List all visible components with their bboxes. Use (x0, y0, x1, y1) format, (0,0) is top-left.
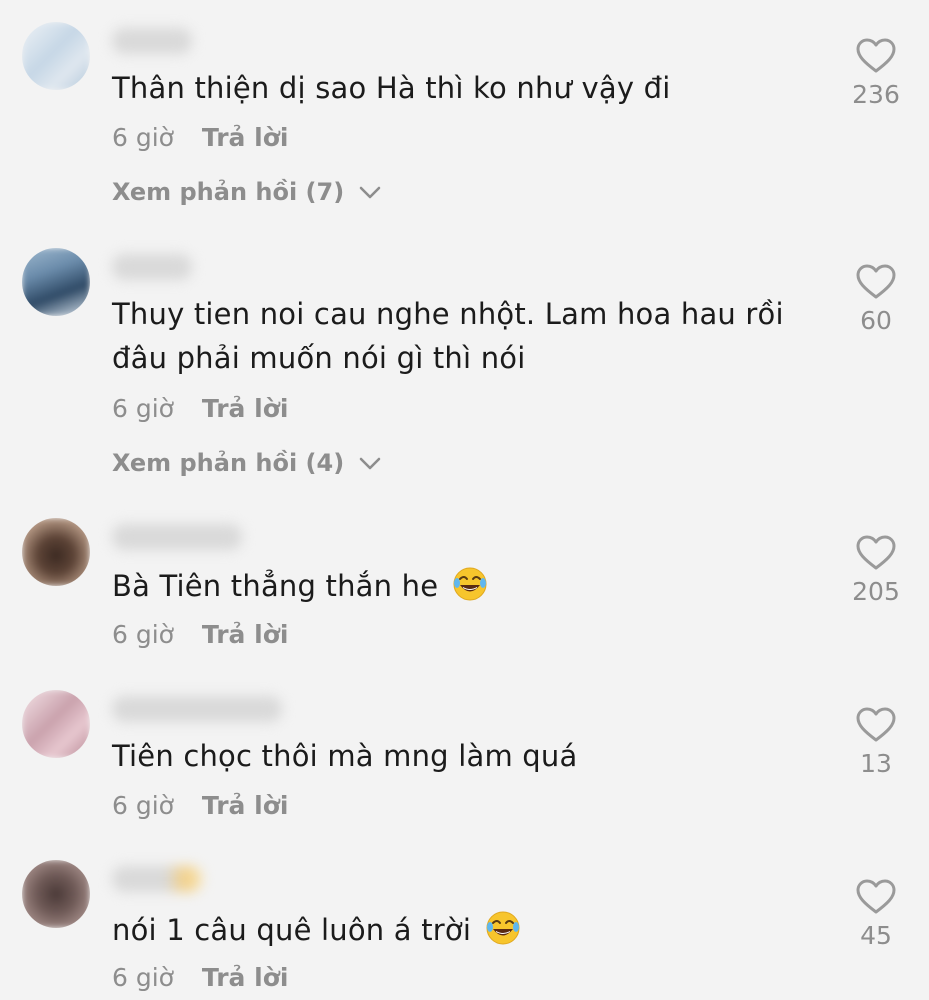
comment-meta: 6 giờ Trả lời (112, 394, 288, 423)
view-replies-label: Xem phản hồi (4) (112, 449, 345, 477)
view-replies-button[interactable]: Xem phản hồi (7) (112, 178, 381, 206)
reply-button[interactable]: Trả lời (202, 791, 289, 820)
heart-outline-icon[interactable] (856, 879, 896, 915)
comment-meta: 6 giờ Trả lời (112, 791, 288, 820)
comment-text: Bà Tiên thẳng thắn he (112, 564, 802, 608)
like-count: 45 (860, 921, 892, 950)
avatar[interactable] (22, 248, 90, 316)
avatar[interactable] (22, 22, 90, 90)
view-replies-label: Xem phản hồi (7) (112, 178, 345, 206)
avatar[interactable] (22, 860, 90, 928)
username-blurred[interactable] (112, 28, 192, 54)
username-blurred[interactable] (112, 866, 202, 892)
username-blurred[interactable] (112, 524, 242, 550)
heart-outline-icon[interactable] (856, 535, 896, 571)
heart-outline-icon[interactable] (856, 264, 896, 300)
like-count: 60 (860, 306, 892, 335)
comment-text: nói 1 câu quê luôn á trời (112, 908, 802, 952)
chevron-down-icon (359, 457, 380, 470)
reply-button[interactable]: Trả lời (202, 123, 289, 152)
like-control: 45 (838, 879, 914, 950)
comment-time: 6 giờ (112, 791, 174, 820)
face-with-tears-of-joy-icon (453, 567, 487, 601)
avatar[interactable] (22, 518, 90, 586)
comment-time: 6 giờ (112, 394, 174, 423)
username-blurred[interactable] (112, 254, 192, 280)
like-control: 13 (838, 707, 914, 778)
reply-button[interactable]: Trả lời (202, 620, 289, 649)
like-count: 205 (852, 577, 900, 606)
face-with-tears-of-joy-icon (486, 911, 520, 945)
comment-time: 6 giờ (112, 963, 174, 992)
comment-meta: 6 giờ Trả lời (112, 963, 288, 992)
comment-meta: 6 giờ Trả lời (112, 123, 288, 152)
like-control: 236 (838, 38, 914, 109)
chevron-down-icon (359, 186, 380, 199)
comments-list: Thân thiện dị sao Hà thì ko như vậy đi 6… (0, 0, 929, 1000)
reply-button[interactable]: Trả lời (202, 394, 289, 423)
comment-time: 6 giờ (112, 620, 174, 649)
username-blurred[interactable] (112, 696, 282, 722)
avatar[interactable] (22, 690, 90, 758)
like-count: 236 (852, 80, 900, 109)
like-count: 13 (860, 749, 892, 778)
comment-time: 6 giờ (112, 123, 174, 152)
like-control: 60 (838, 264, 914, 335)
like-control: 205 (838, 535, 914, 606)
reply-button[interactable]: Trả lời (202, 963, 289, 992)
comment-text: Thân thiện dị sao Hà thì ko như vậy đi (112, 71, 671, 105)
comment-text: Tiên chọc thôi mà mng làm quá (112, 739, 578, 773)
heart-outline-icon[interactable] (856, 38, 896, 74)
view-replies-button[interactable]: Xem phản hồi (4) (112, 449, 381, 477)
comment-text: Thuy tien noi cau nghe nhột. Lam hoa hau… (112, 297, 784, 375)
comment-meta: 6 giờ Trả lời (112, 620, 288, 649)
heart-outline-icon[interactable] (856, 707, 896, 743)
